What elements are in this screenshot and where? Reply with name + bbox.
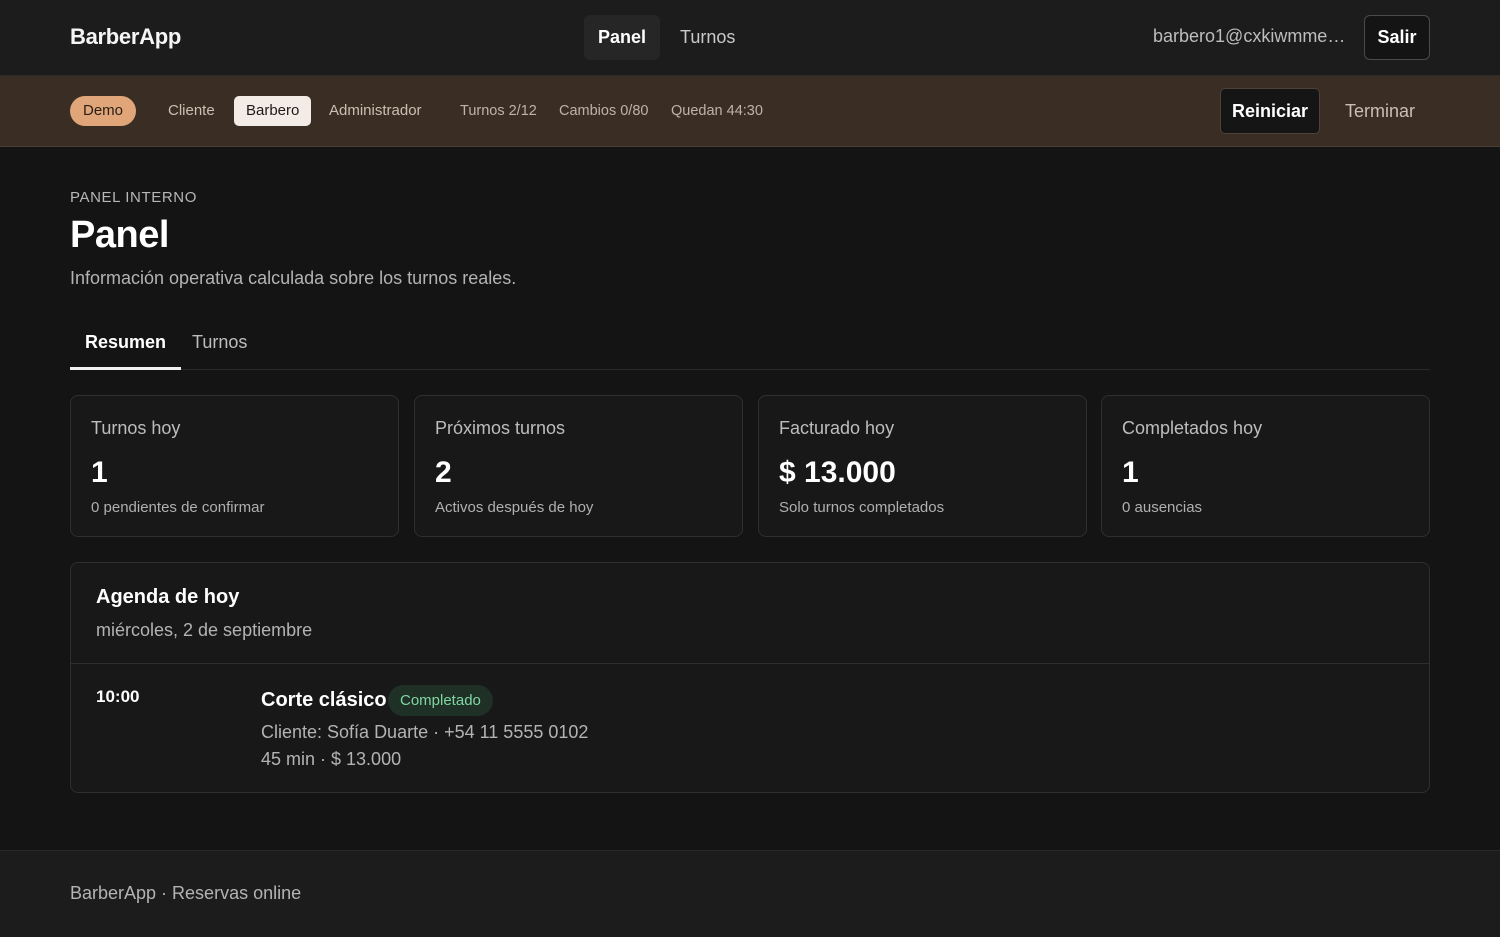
logout-button[interactable]: Salir <box>1364 15 1430 60</box>
card-value: $ 13.000 <box>779 456 896 489</box>
card-note: 0 pendientes de confirmar <box>91 499 265 516</box>
stat-turnos: Turnos 2/12 <box>460 103 537 119</box>
stat-card-turnos-hoy: Turnos hoy 1 0 pendientes de confirmar <box>70 395 399 537</box>
card-note: Activos después de hoy <box>435 499 594 516</box>
demo-bar: Demo Cliente Barbero Administrador Turno… <box>0 76 1500 147</box>
nav-tab-panel[interactable]: Panel <box>584 15 661 60</box>
card-label: Próximos turnos <box>435 418 566 438</box>
appointment-meta: 45 min · $ 13.000 <box>261 749 402 769</box>
stat-quedan: Quedan 44:30 <box>671 103 763 119</box>
stat-card-completados-hoy: Completados hoy 1 0 ausencias <box>1101 395 1430 537</box>
page-eyebrow: PANEL INTERNO <box>70 189 197 206</box>
page-subtitle: Información operativa calculada sobre lo… <box>70 268 517 288</box>
appointment-time: 10:00 <box>96 687 140 706</box>
tab-turnos[interactable]: Turnos <box>177 318 262 370</box>
footer-text: BarberApp · Reservas online <box>70 883 302 903</box>
role-cliente-button[interactable]: Cliente <box>156 96 227 126</box>
end-demo-button[interactable]: Terminar <box>1345 88 1415 134</box>
card-label: Completados hoy <box>1122 418 1263 438</box>
nav-tab-turnos[interactable]: Turnos <box>666 15 749 60</box>
card-value: 2 <box>435 456 452 489</box>
agenda-title: Agenda de hoy <box>96 586 240 608</box>
appointment-row[interactable]: 10:00 Corte clásico Completado Cliente: … <box>71 664 1429 792</box>
stat-cambios: Cambios 0/80 <box>559 103 649 119</box>
role-administrador-button[interactable]: Administrador <box>317 96 434 126</box>
card-note: Solo turnos completados <box>779 499 945 516</box>
brand-logo[interactable]: BarberApp <box>70 24 181 50</box>
card-value: 1 <box>1122 456 1139 489</box>
role-barbero-button[interactable]: Barbero <box>234 96 312 126</box>
stat-card-proximos-turnos: Próximos turnos 2 Activos después de hoy <box>414 395 743 537</box>
reset-button[interactable]: Reiniciar <box>1220 88 1320 134</box>
tab-resumen[interactable]: Resumen <box>70 318 182 370</box>
top-navbar: BarberApp Panel Turnos barbero1@cxkiwmme… <box>0 0 1500 76</box>
agenda-panel: Agenda de hoy miércoles, 2 de septiembre… <box>70 562 1430 793</box>
card-note: 0 ausencias <box>1122 499 1203 516</box>
footer: BarberApp · Reservas online <box>0 850 1500 937</box>
agenda-date: miércoles, 2 de septiembre <box>96 620 313 640</box>
page-title: Panel <box>70 214 169 256</box>
appointment-service: Corte clásico <box>261 689 387 711</box>
agenda-header: Agenda de hoy miércoles, 2 de septiembre <box>71 563 1429 664</box>
card-label: Turnos hoy <box>91 418 181 438</box>
content-tabs: Resumen Turnos <box>70 318 1430 370</box>
main-nav: Panel Turnos <box>584 15 749 60</box>
demo-badge: Demo <box>70 96 137 126</box>
card-label: Facturado hoy <box>779 418 895 438</box>
status-badge: Completado <box>388 685 493 716</box>
user-email: barbero1@cxkiwmmee... <box>1153 26 1348 46</box>
card-value: 1 <box>91 456 108 489</box>
stat-card-facturado-hoy: Facturado hoy $ 13.000 Solo turnos compl… <box>758 395 1087 537</box>
appointment-client: Cliente: Sofía Duarte · +54 11 5555 0102 <box>261 722 589 742</box>
